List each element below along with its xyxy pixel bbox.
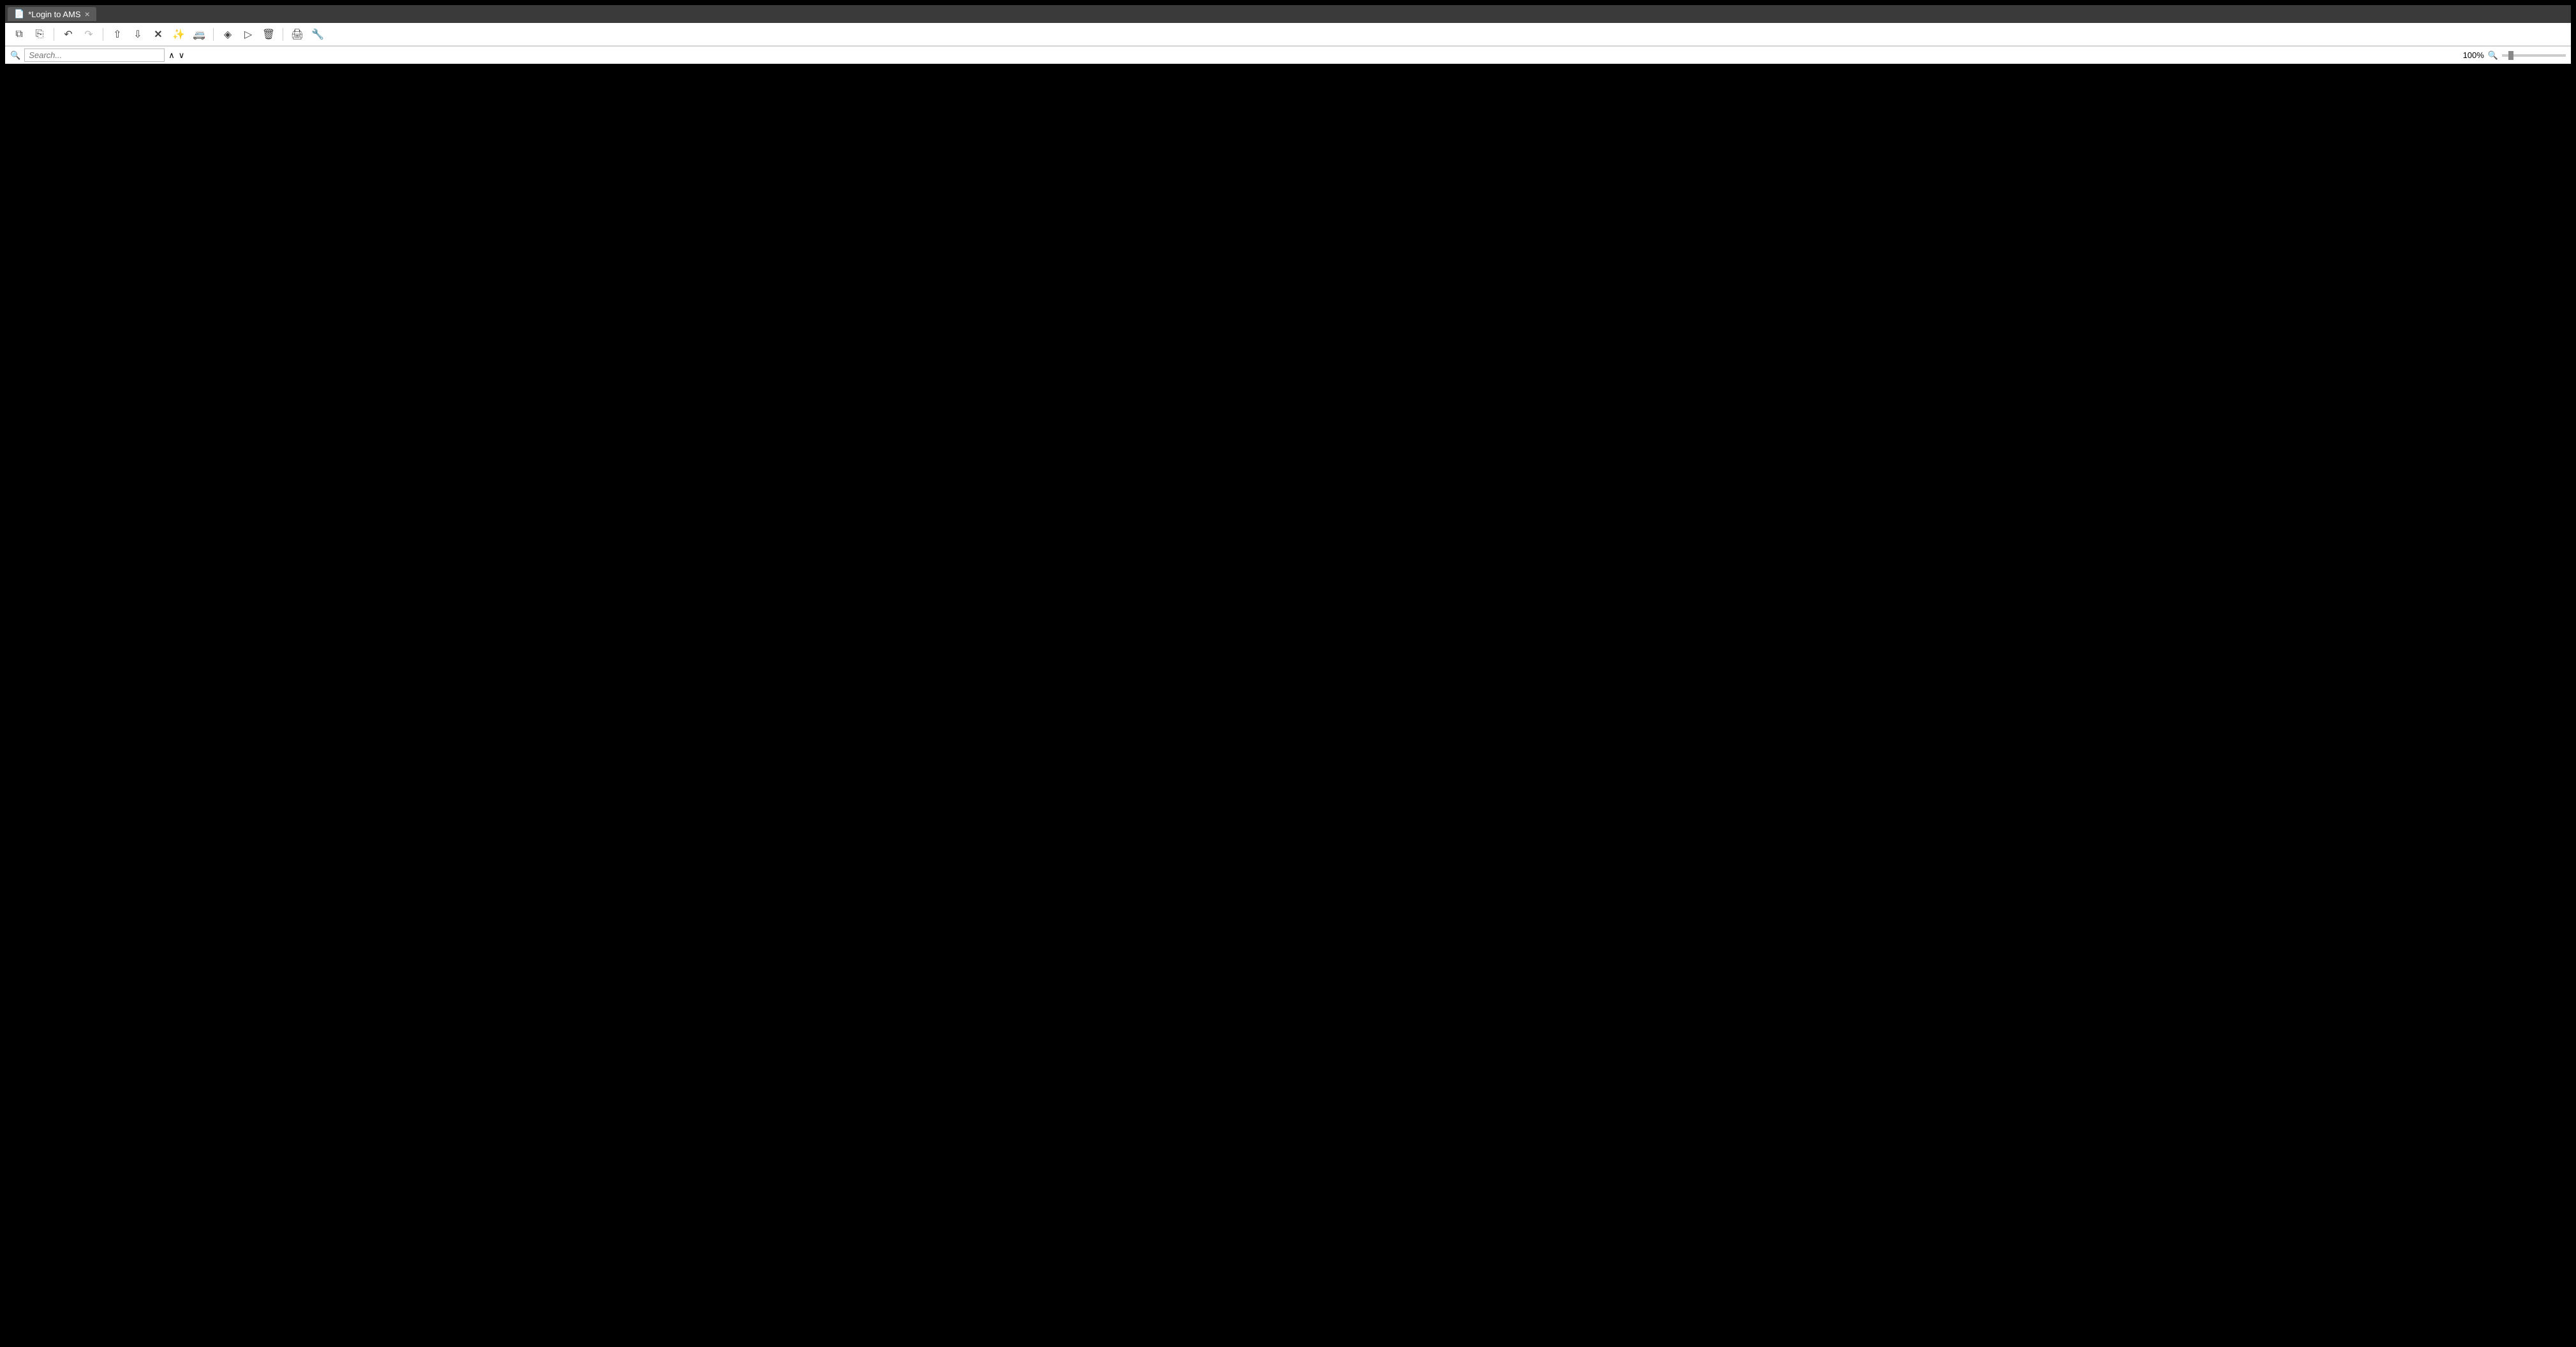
redo-button[interactable]: ↷ bbox=[80, 26, 98, 43]
title-bar: 📄 *Login to AMS × bbox=[5, 5, 2571, 23]
transport-button[interactable]: 🚐 bbox=[190, 26, 208, 43]
copy-button[interactable]: ⧉ bbox=[10, 26, 28, 43]
search-down-icon[interactable]: ∨ bbox=[179, 50, 185, 61]
toolbar: ⧉ ⎘ ↶ ↷ ⇧ ⇩ ✕ ✨ 🚐 ◈ ▷ 🗑 🖨 🔧 bbox=[5, 23, 2571, 46]
undo-button[interactable]: ↶ bbox=[59, 26, 77, 43]
gem-button[interactable]: ◈ bbox=[219, 26, 237, 43]
paste-button[interactable]: ⎘ bbox=[31, 26, 48, 43]
wand-button[interactable]: ✨ bbox=[170, 26, 188, 43]
move-up-button[interactable]: ⇧ bbox=[108, 26, 126, 43]
zoom-label: 100% bbox=[2463, 50, 2484, 60]
search-input[interactable] bbox=[24, 48, 165, 62]
status-bar: 🔍 ∧ ∨ 100% 🔍 bbox=[5, 46, 2571, 64]
print-button[interactable]: 🖨 bbox=[288, 26, 306, 43]
zoom-slider[interactable] bbox=[2502, 54, 2566, 57]
run-button[interactable]: ▷ bbox=[239, 26, 257, 43]
binoculars-icon[interactable]: 🔍 bbox=[10, 50, 20, 61]
editor-tab[interactable]: 📄 *Login to AMS × bbox=[8, 7, 96, 21]
tab-icon: 📄 bbox=[14, 9, 24, 19]
tab-title: *Login to AMS bbox=[28, 10, 80, 19]
move-down-button[interactable]: ⇩ bbox=[129, 26, 147, 43]
delete-button[interactable]: ✕ bbox=[149, 26, 167, 43]
search-up-icon[interactable]: ∧ bbox=[168, 50, 175, 61]
zoom-icon[interactable]: 🔍 bbox=[2488, 50, 2498, 61]
close-icon[interactable]: × bbox=[85, 9, 90, 19]
trash-button[interactable]: 🗑 bbox=[260, 26, 278, 43]
tool-button[interactable]: 🔧 bbox=[309, 26, 327, 43]
